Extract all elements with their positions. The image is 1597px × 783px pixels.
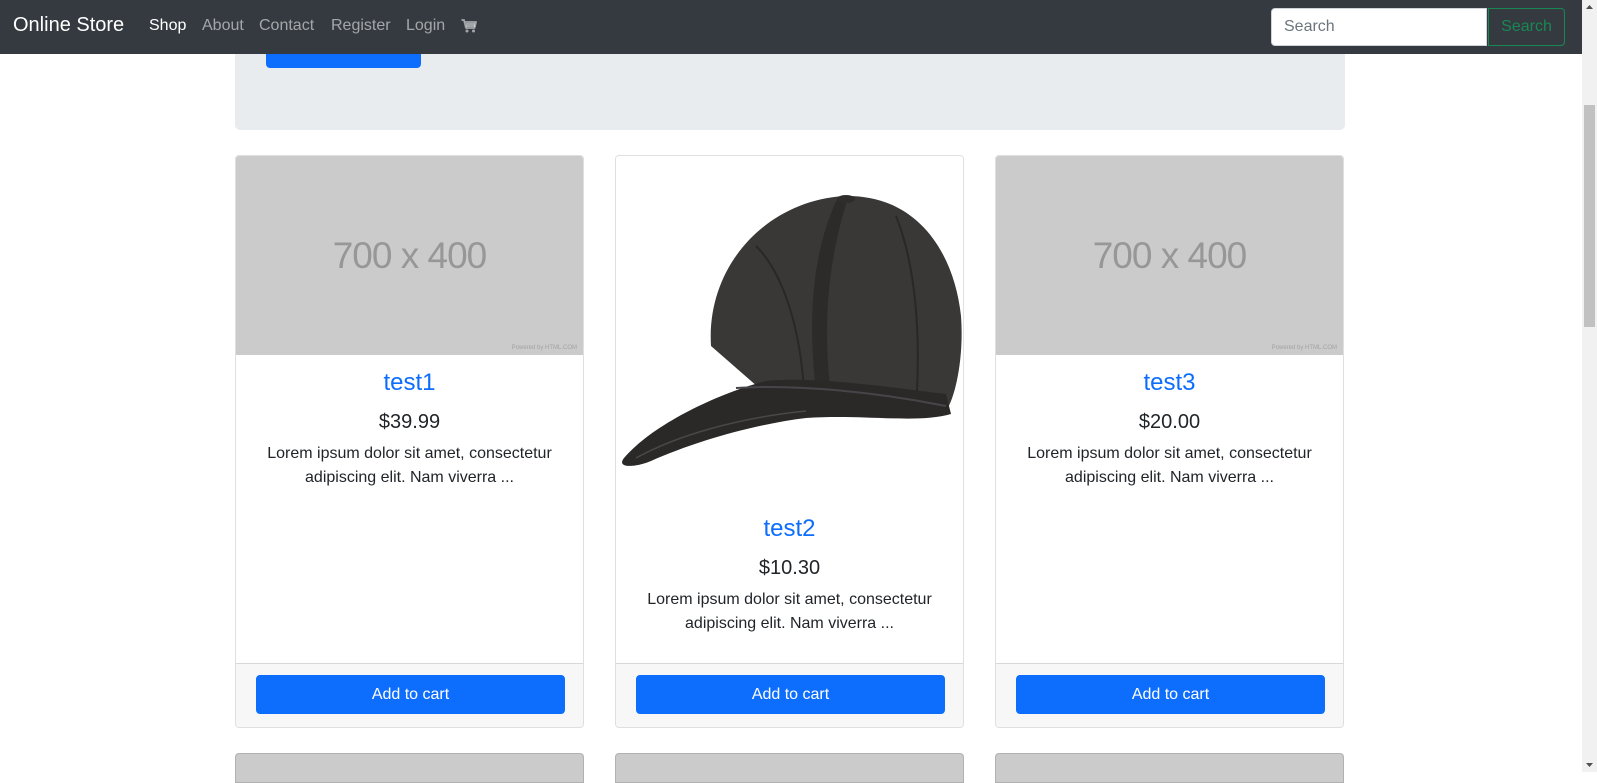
- product-card: 700 x 400 Powered by HTML.COM test3 $20.…: [995, 155, 1344, 728]
- scroll-up-arrow-icon[interactable]: [1582, 0, 1597, 15]
- product-image-placeholder[interactable]: 700 x 400 Powered by HTML.COM: [236, 156, 583, 355]
- scrollbar-thumb[interactable]: [1584, 105, 1595, 327]
- vertical-scrollbar[interactable]: [1582, 0, 1597, 772]
- baseball-cap-icon: [622, 195, 962, 466]
- scroll-down-arrow-icon[interactable]: [1582, 757, 1597, 772]
- card-footer: Add to cart: [616, 663, 963, 727]
- shopping-cart-icon[interactable]: [461, 18, 477, 34]
- product-image-placeholder[interactable]: 700 x 400 Powered by HTML.COM: [996, 156, 1343, 355]
- placeholder-size-text: 700 x 400: [332, 234, 488, 276]
- add-to-cart-button[interactable]: Add to cart: [636, 675, 945, 714]
- card-body: test2 $10.30 Lorem ipsum dolor sit amet,…: [616, 501, 963, 636]
- product-card-partial: [615, 753, 964, 783]
- product-title-link[interactable]: test1: [236, 368, 583, 398]
- product-title-link[interactable]: test2: [616, 514, 963, 544]
- search-input[interactable]: [1271, 8, 1487, 46]
- product-card: 700 x 400 Powered by HTML.COM test1 $39.…: [235, 155, 584, 728]
- add-to-cart-button[interactable]: Add to cart: [1016, 675, 1325, 714]
- nav-link-about[interactable]: About: [202, 17, 244, 35]
- navbar: Online Store Shop About Contact Register…: [0, 0, 1582, 54]
- card-body: test1 $39.99 Lorem ipsum dolor sit amet,…: [236, 355, 583, 490]
- brand-link[interactable]: Online Store: [13, 14, 124, 37]
- nav-link-login[interactable]: Login: [406, 17, 445, 35]
- search-button[interactable]: Search: [1488, 8, 1565, 46]
- product-card-partial: [235, 753, 584, 783]
- product-price: $20.00: [1138, 411, 1201, 433]
- nav-link-register[interactable]: Register: [331, 17, 391, 35]
- card-footer: Add to cart: [996, 663, 1343, 727]
- nav-link-shop[interactable]: Shop: [149, 17, 186, 35]
- product-description: Lorem ipsum dolor sit amet, consectetur …: [1027, 445, 1312, 486]
- placeholder-credit: Powered by HTML.COM: [1271, 345, 1337, 351]
- product-price: $10.30: [758, 557, 821, 579]
- jumbotron-button[interactable]: [266, 54, 421, 68]
- add-to-cart-button[interactable]: Add to cart: [256, 675, 565, 714]
- placeholder-size-text: 700 x 400: [1092, 234, 1248, 276]
- product-description: Lorem ipsum dolor sit amet, consectetur …: [267, 445, 552, 486]
- nav-link-contact[interactable]: Contact: [259, 17, 314, 35]
- card-footer: Add to cart: [236, 663, 583, 727]
- product-image-cap[interactable]: [616, 156, 963, 501]
- product-description: Lorem ipsum dolor sit amet, consectetur …: [647, 591, 932, 632]
- product-price: $39.99: [378, 411, 441, 433]
- product-title-link[interactable]: test3: [996, 368, 1343, 398]
- product-card-partial: [995, 753, 1344, 783]
- product-card: test2 $10.30 Lorem ipsum dolor sit amet,…: [615, 155, 964, 728]
- card-body: test3 $20.00 Lorem ipsum dolor sit amet,…: [996, 355, 1343, 490]
- placeholder-credit: Powered by HTML.COM: [511, 345, 577, 351]
